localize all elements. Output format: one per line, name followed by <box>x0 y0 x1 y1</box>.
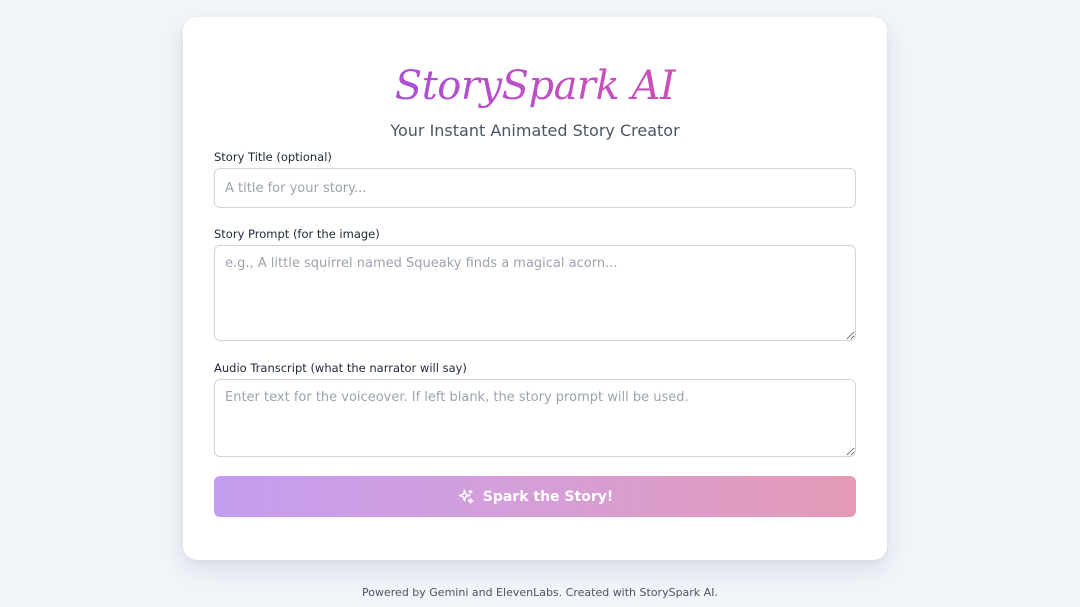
story-title-label: Story Title (optional) <box>214 150 332 164</box>
spark-story-button-label: Spark the Story! <box>482 488 614 505</box>
sparkles-icon <box>457 488 475 506</box>
audio-transcript-label: Audio Transcript (what the narrator will… <box>214 361 467 375</box>
story-form-card: StorySpark AI Your Instant Animated Stor… <box>183 17 887 560</box>
story-prompt-label: Story Prompt (for the image) <box>214 227 380 241</box>
app-tagline: Your Instant Animated Story Creator <box>390 121 680 140</box>
page-footer: Powered by Gemini and ElevenLabs. Create… <box>362 586 718 599</box>
app-logo-title: StorySpark AI <box>183 61 887 111</box>
story-title-input[interactable] <box>214 168 856 208</box>
spark-story-button[interactable]: Spark the Story! <box>214 476 856 517</box>
story-prompt-textarea[interactable] <box>214 245 856 341</box>
audio-transcript-textarea[interactable] <box>214 379 856 457</box>
